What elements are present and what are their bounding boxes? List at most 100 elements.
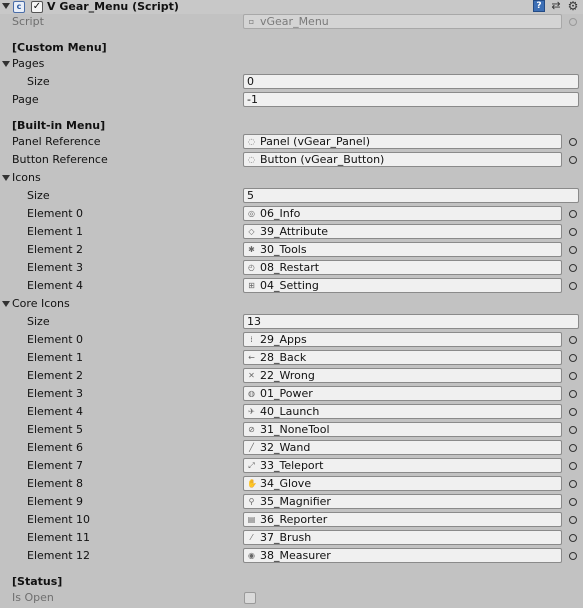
icons-element-row: Element 1 ◇ 39_Attribute — [0, 223, 583, 241]
object-picker-icon[interactable] — [569, 138, 577, 146]
core-icons-element-row: Element 10 ▤ 36_Reporter — [0, 511, 583, 529]
sprite-value: 29_Apps — [260, 333, 307, 346]
sprite-value: 04_Setting — [260, 279, 319, 292]
sprite-value: 33_Teleport — [260, 459, 324, 472]
pages-label: Pages — [12, 57, 45, 70]
object-picker-icon[interactable] — [569, 408, 577, 416]
object-picker-icon[interactable] — [569, 552, 577, 560]
object-picker-icon[interactable] — [569, 372, 577, 380]
sprite-field[interactable]: ⤢ 33_Teleport — [243, 458, 562, 473]
icons-element-row: Element 0 ◎ 06_Info — [0, 205, 583, 223]
object-picker-icon[interactable] — [569, 516, 577, 524]
icons-size-input[interactable]: 5 — [243, 188, 579, 203]
pages-size-input[interactable]: 0 — [243, 74, 579, 89]
sprite-field[interactable]: ◎ 06_Info — [243, 206, 562, 221]
element-label: Element 7 — [27, 459, 84, 472]
script-file-icon: ▫ — [248, 17, 255, 26]
sprite-field[interactable]: ✕ 22_Wrong — [243, 368, 562, 383]
core-icons-size-input[interactable]: 13 — [243, 314, 579, 329]
sprite-value: 01_Power — [260, 387, 313, 400]
preset-icon[interactable]: ⇄ — [550, 0, 562, 12]
icons-element-row: Element 3 ◴ 08_Restart — [0, 259, 583, 277]
sprite-field[interactable]: ← 28_Back — [243, 350, 562, 365]
sprite-field[interactable]: ✈ 40_Launch — [243, 404, 562, 419]
sprite-field[interactable]: ⁄ 37_Brush — [243, 530, 562, 545]
sprite-value: 32_Wand — [260, 441, 311, 454]
sprite-field[interactable]: ◇ 39_Attribute — [243, 224, 562, 239]
sprite-field[interactable]: ⁞ 29_Apps — [243, 332, 562, 347]
core-icons-label: Core Icons — [12, 297, 70, 310]
object-picker-icon[interactable] — [569, 534, 577, 542]
wrong-icon: ✕ — [248, 371, 255, 380]
element-label: Element 5 — [27, 423, 84, 436]
object-picker-icon[interactable] — [569, 444, 577, 452]
foldout-arrow-icon[interactable] — [2, 3, 10, 9]
object-picker-icon[interactable] — [569, 390, 577, 398]
sprite-value: 38_Measurer — [260, 549, 331, 562]
back-icon: ← — [248, 353, 255, 362]
sprite-field[interactable]: ⊘ 31_NoneTool — [243, 422, 562, 437]
sprite-value: 39_Attribute — [260, 225, 329, 238]
gear-icon[interactable]: ⚙ — [567, 0, 579, 12]
magnifier-icon: ⚲ — [248, 497, 255, 506]
object-picker-icon[interactable] — [569, 462, 577, 470]
core-icons-foldout[interactable]: Core Icons — [0, 295, 583, 313]
button-reference-field[interactable]: ◌ Button (vGear_Button) — [243, 152, 562, 167]
sprite-field[interactable]: ⚲ 35_Magnifier — [243, 494, 562, 509]
object-picker-icon[interactable] — [569, 480, 577, 488]
sprite-field[interactable]: ◍ 01_Power — [243, 386, 562, 401]
sprite-value: 31_NoneTool — [260, 423, 330, 436]
object-picker-icon[interactable] — [569, 246, 577, 254]
object-picker-icon[interactable] — [569, 498, 577, 506]
help-icon[interactable]: ? — [533, 0, 545, 12]
core-icons-element-row: Element 9 ⚲ 35_Magnifier — [0, 493, 583, 511]
pages-foldout[interactable]: Pages — [0, 55, 583, 73]
pages-foldout-icon[interactable] — [2, 61, 10, 67]
element-label: Element 6 — [27, 441, 84, 454]
script-value: vGear_Menu — [260, 15, 329, 28]
sprite-field[interactable]: ✱ 30_Tools — [243, 242, 562, 257]
icons-label: Icons — [12, 171, 41, 184]
component-enabled-checkbox[interactable]: ✓ — [31, 1, 43, 13]
object-picker-icon[interactable] — [569, 354, 577, 362]
object-picker-icon[interactable] — [569, 228, 577, 236]
core-icons-element-row: Element 7 ⤢ 33_Teleport — [0, 457, 583, 475]
element-label: Element 3 — [27, 387, 84, 400]
object-picker-icon[interactable] — [569, 156, 577, 164]
element-label: Element 4 — [27, 405, 84, 418]
apps-icon: ⁞ — [250, 335, 253, 344]
sprite-value: 40_Launch — [260, 405, 320, 418]
sprite-field[interactable]: ╱ 32_Wand — [243, 440, 562, 455]
element-label: Element 9 — [27, 495, 84, 508]
element-label: Element 12 — [27, 549, 91, 562]
nonetool-icon: ⊘ — [248, 425, 255, 434]
core-icons-element-row: Element 5 ⊘ 31_NoneTool — [0, 421, 583, 439]
attribute-icon: ◇ — [248, 227, 255, 236]
core-icons-element-row: Element 11 ⁄ 37_Brush — [0, 529, 583, 547]
icons-size-label: Size — [27, 189, 50, 202]
launch-icon: ✈ — [248, 407, 255, 416]
icons-size-row: Size 5 — [0, 187, 583, 205]
sprite-field[interactable]: ▤ 36_Reporter — [243, 512, 562, 527]
object-picker-icon — [569, 18, 577, 26]
panel-reference-label: Panel Reference — [12, 135, 101, 148]
object-picker-icon[interactable] — [569, 264, 577, 272]
icons-foldout[interactable]: Icons — [0, 169, 583, 187]
gameobject-icon: ◌ — [248, 137, 255, 146]
object-picker-icon[interactable] — [569, 210, 577, 218]
object-picker-icon[interactable] — [569, 282, 577, 290]
sprite-field[interactable]: ✋ 34_Glove — [243, 476, 562, 491]
glove-icon: ✋ — [247, 479, 257, 488]
component-title: V Gear_Menu (Script) — [47, 0, 179, 13]
object-picker-icon[interactable] — [569, 336, 577, 344]
sprite-field[interactable]: ◉ 38_Measurer — [243, 548, 562, 563]
sprite-field[interactable]: ⊞ 04_Setting — [243, 278, 562, 293]
object-picker-icon[interactable] — [569, 426, 577, 434]
core-icons-foldout-icon[interactable] — [2, 301, 10, 307]
element-label: Element 2 — [27, 369, 84, 382]
sprite-field[interactable]: ◴ 08_Restart — [243, 260, 562, 275]
icons-foldout-icon[interactable] — [2, 175, 10, 181]
page-input[interactable]: -1 — [243, 92, 579, 107]
panel-reference-value: Panel (vGear_Panel) — [260, 135, 370, 148]
panel-reference-field[interactable]: ◌ Panel (vGear_Panel) — [243, 134, 562, 149]
